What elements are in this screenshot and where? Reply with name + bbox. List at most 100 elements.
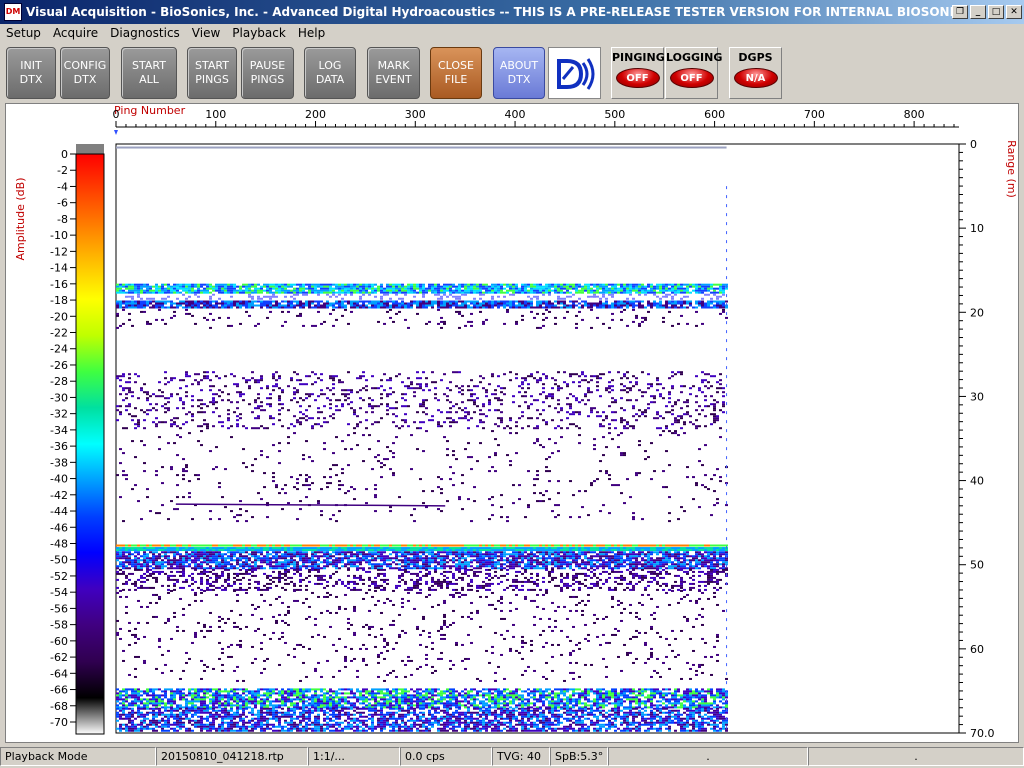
echo-cell: [326, 482, 329, 485]
echo-cell: [491, 287, 494, 290]
echo-cell: [116, 312, 119, 315]
pinging-status-badge[interactable]: OFF: [615, 68, 660, 88]
echo-cell: [662, 549, 665, 552]
echo-cell: [164, 283, 167, 286]
echo-cell: [293, 283, 296, 286]
echo-cell: [653, 397, 656, 400]
echo-cell: [146, 300, 149, 303]
echo-cell: [695, 289, 698, 292]
echo-cell: [704, 486, 707, 489]
echo-cell: [332, 544, 335, 547]
close-file-button[interactable]: CLOSE FILE: [430, 47, 482, 99]
echo-cell: [188, 553, 191, 556]
echo-cell: [119, 283, 122, 286]
echo-cell: [335, 547, 338, 550]
echo-cell: [161, 285, 164, 288]
echo-cell: [326, 289, 329, 292]
echo-cell: [719, 283, 722, 286]
echo-cell: [257, 555, 260, 558]
echo-cell: [227, 417, 230, 420]
echo-cell: [467, 549, 470, 552]
echo-cell: [299, 300, 302, 303]
echo-cell: [488, 302, 491, 305]
minimize-button[interactable]: _: [970, 5, 986, 19]
echo-cell: [335, 291, 338, 294]
echo-cell: [392, 551, 395, 554]
echo-cell: [374, 287, 377, 290]
echo-cell: [344, 306, 347, 309]
echo-cell: [266, 516, 269, 519]
app-icon[interactable]: DM: [4, 3, 22, 21]
echo-cell: [668, 464, 671, 467]
echo-cell: [539, 379, 542, 382]
echo-cell: [260, 297, 263, 300]
echo-cell: [584, 555, 587, 558]
echo-cell: [155, 318, 158, 321]
echo-cell: [416, 306, 419, 309]
echo-cell: [218, 544, 221, 547]
echo-cell: [551, 419, 554, 422]
echo-cell: [518, 306, 521, 309]
echo-cell: [521, 553, 524, 556]
echo-cell: [542, 383, 545, 386]
echogram-view[interactable]: Ping Number Amplitude (dB) Range (m) 0-2…: [6, 104, 1018, 742]
about-dtx-button[interactable]: ABOUT DTX: [493, 47, 545, 99]
echo-cell: [260, 377, 263, 380]
echo-cell: [431, 557, 434, 560]
echo-cell: [599, 297, 602, 300]
restore-button[interactable]: ❐: [952, 5, 968, 19]
echo-cell: [524, 285, 527, 288]
echo-cell: [581, 373, 584, 376]
menu-acquire[interactable]: Acquire: [47, 26, 104, 40]
echo-cell: [515, 549, 518, 552]
echo-cell: [506, 283, 509, 286]
mark-event-button[interactable]: MARK EVENT: [367, 47, 420, 99]
menu-help[interactable]: Help: [292, 26, 331, 40]
echo-cell: [452, 295, 455, 298]
echo-cell: [218, 555, 221, 558]
pause-pings-button[interactable]: PAUSE PINGS: [241, 47, 294, 99]
echo-cell: [581, 318, 584, 321]
start-pings-button[interactable]: START PINGS: [187, 47, 237, 99]
menu-setup[interactable]: Setup: [0, 26, 47, 40]
echo-cell: [668, 520, 671, 523]
echo-cell: [467, 285, 470, 288]
echo-cell: [281, 285, 284, 288]
echo-cell: [290, 302, 293, 305]
echo-cell: [119, 287, 122, 290]
echo-cell: [530, 395, 533, 398]
start-all-button[interactable]: START ALL: [121, 47, 177, 99]
echo-cell: [332, 293, 335, 296]
echo-cell: [131, 440, 134, 443]
echo-cell: [509, 417, 512, 420]
close-button[interactable]: ✕: [1006, 5, 1022, 19]
echo-cell: [446, 295, 449, 298]
echo-cell: [635, 285, 638, 288]
echo-cell: [179, 547, 182, 550]
logging-status-badge[interactable]: OFF: [669, 68, 714, 88]
echo-cell: [377, 557, 380, 560]
menu-view[interactable]: View: [186, 26, 226, 40]
echo-cell: [488, 409, 491, 412]
echo-cell: [296, 391, 299, 394]
log-data-button[interactable]: LOG DATA: [304, 47, 356, 99]
echo-cell: [380, 547, 383, 550]
echo-cell: [548, 438, 551, 441]
menu-diagnostics[interactable]: Diagnostics: [104, 26, 186, 40]
echo-cell: [167, 559, 170, 562]
menu-playback[interactable]: Playback: [226, 26, 292, 40]
echo-cell: [479, 547, 482, 550]
init-dtx-button[interactable]: INIT DTX: [6, 47, 56, 99]
echo-cell: [659, 557, 662, 560]
echo-cell: [638, 409, 641, 412]
maximize-button[interactable]: □: [988, 5, 1004, 19]
echo-cell: [158, 544, 161, 547]
echo-cell: [338, 480, 341, 483]
echo-cell: [317, 557, 320, 560]
config-dtx-button[interactable]: CONFIG DTX: [60, 47, 110, 99]
echo-cell: [440, 302, 443, 305]
echo-cell: [260, 409, 263, 412]
dgps-status-badge[interactable]: N/A: [733, 68, 778, 88]
biosonics-logo-button[interactable]: [548, 47, 601, 99]
echo-cell: [656, 383, 659, 386]
